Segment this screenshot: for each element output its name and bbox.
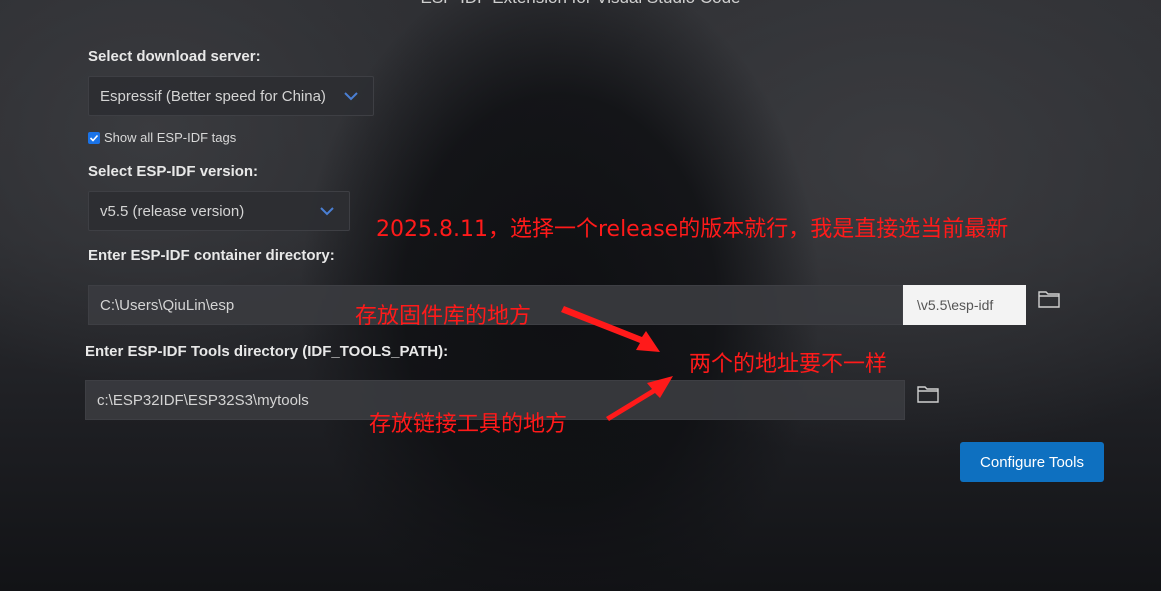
annotation-arrows	[561, 306, 673, 421]
arrow-1	[561, 306, 660, 352]
arrow-2	[606, 376, 673, 421]
